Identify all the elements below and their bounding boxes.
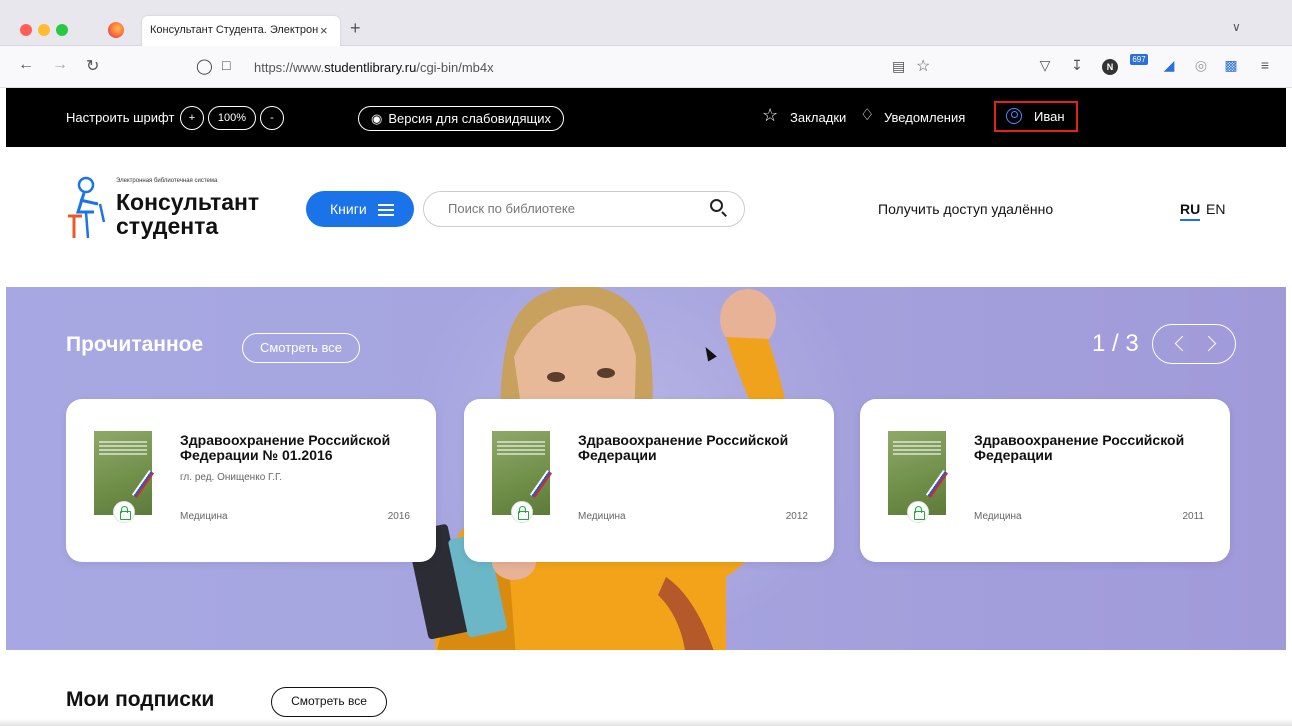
hero-banner: Прочитанное Смотреть все 1 / 3 Здравоохр… (6, 287, 1286, 650)
reader-view-icon[interactable]: ▤ (892, 58, 905, 75)
logo-line-1: Консультант (116, 189, 260, 215)
font-size-value: 100% (208, 106, 256, 130)
tab-strip: Консультант Студента. Электронна × + ∨ (0, 0, 1292, 46)
book-year: 2016 (387, 511, 410, 522)
book-category: Медицина (180, 511, 228, 522)
book-title[interactable]: Здравоохранение Российской Федерации (578, 433, 818, 463)
chevron-left-icon[interactable] (1174, 335, 1191, 352)
tracking-shield-icon[interactable]: ◯ (196, 57, 213, 75)
books-label: Книги (330, 201, 367, 217)
book-title[interactable]: Здравоохранение Российской Федерации № 0… (180, 433, 420, 463)
back-arrow-icon[interactable]: ← (18, 56, 34, 74)
glasses-icon: ◉ (371, 111, 383, 126)
low-vision-label: Версия для слабовидящих (388, 111, 551, 126)
address-bar[interactable]: ◯ □ https://www.studentlibrary.ru/cgi-bi… (184, 53, 940, 81)
url-text[interactable]: https://www.studentlibrary.ru/cgi-bin/mb… (254, 60, 494, 75)
tab-title: Консультант Студента. Электронна (150, 24, 318, 36)
carousel-pager: 1 / 3 (1092, 330, 1139, 357)
downloads-icon[interactable]: ↧ (1068, 57, 1086, 75)
hamburger-icon (378, 204, 394, 206)
carousel-nav (1152, 324, 1236, 364)
logo-figure-icon[interactable] (64, 176, 108, 240)
bookmarks-star-icon[interactable]: ☆ (762, 105, 778, 126)
book-editor: гл. ред. Онищенко Г.Г. (180, 472, 282, 483)
book-year: 2011 (1182, 511, 1204, 522)
notifications-link[interactable]: Уведомления (884, 110, 965, 125)
close-tab-icon[interactable]: × (320, 23, 328, 38)
font-settings-label: Настроить шрифт (66, 110, 175, 125)
bookmark-star-icon[interactable]: ☆ (916, 56, 930, 76)
window-bottom-edge (0, 719, 1292, 726)
font-increase-button[interactable]: + (180, 106, 204, 130)
firefox-icon[interactable] (108, 22, 124, 38)
book-card[interactable]: Здравоохранение Российской Федерации Мед… (860, 399, 1230, 562)
bookmarks-link[interactable]: Закладки (790, 110, 846, 125)
remote-access-link[interactable]: Получить доступ удалённо (878, 201, 1053, 217)
minimize-window-button[interactable] (38, 24, 50, 36)
forward-arrow-icon[interactable]: → (52, 56, 68, 74)
search-input[interactable] (448, 201, 698, 216)
browser-toolbar: ← → ↻ ◯ □ https://www.studentlibrary.ru/… (0, 46, 1292, 88)
translate-icon[interactable]: ▩ (1222, 57, 1240, 75)
search-icon[interactable] (710, 199, 723, 212)
user-name: Иван (1034, 109, 1065, 124)
logo-subtitle: Электронная библиотечная система (116, 178, 218, 184)
logo-text[interactable]: Консультант студента (116, 190, 259, 238)
lang-en-button[interactable]: EN (1206, 201, 1225, 217)
book-category: Медицина (974, 511, 1022, 522)
low-vision-button[interactable]: ◉ Версия для слабовидящих (358, 106, 564, 131)
browser-window: Консультант Студента. Электронна × + ∨ ←… (0, 0, 1292, 726)
extension-badge-icon[interactable]: 697 (1130, 54, 1148, 65)
maximize-window-button[interactable] (56, 24, 68, 36)
user-icon (1006, 108, 1022, 124)
open-lock-icon (907, 501, 929, 523)
read-section-title: Прочитанное (66, 333, 204, 356)
book-category: Медицина (578, 511, 626, 522)
cart-icon[interactable]: ◢ (1160, 57, 1178, 75)
extension-n-icon[interactable]: N (1102, 59, 1118, 75)
search-box[interactable] (423, 191, 745, 227)
globe-icon[interactable]: ◎ (1192, 57, 1210, 75)
tab-list-chevron-icon[interactable]: ∨ (1232, 20, 1241, 34)
user-profile-button[interactable]: Иван (994, 101, 1078, 132)
browser-tab[interactable]: Консультант Студента. Электронна × (142, 16, 340, 46)
menu-icon[interactable]: ≡ (1256, 57, 1274, 75)
new-tab-button[interactable]: + (350, 18, 361, 39)
logo-line-2: студента (116, 213, 219, 239)
pocket-icon[interactable]: ▽ (1036, 57, 1054, 75)
book-title[interactable]: Здравоохранение Российской Федерации (974, 433, 1214, 463)
site-top-bar: Настроить шрифт + 100% - ◉ Версия для сла… (6, 88, 1286, 147)
font-decrease-button[interactable]: - (260, 106, 284, 130)
book-year: 2012 (785, 511, 808, 522)
open-lock-icon (511, 501, 533, 523)
book-card[interactable]: Здравоохранение Российской Федерации № 0… (66, 399, 436, 562)
chevron-right-icon[interactable] (1200, 335, 1217, 352)
bell-icon[interactable]: ♢ (860, 105, 874, 125)
reload-icon[interactable]: ↻ (86, 56, 99, 76)
lock-icon[interactable]: □ (222, 57, 230, 73)
book-card[interactable]: Здравоохранение Российской Федерации Мед… (464, 399, 834, 562)
subscriptions-title: Мои подписки (66, 688, 215, 711)
read-see-all-button[interactable]: Смотреть все (242, 333, 360, 363)
open-lock-icon (113, 501, 135, 523)
lang-ru-button[interactable]: RU (1180, 201, 1201, 221)
subscriptions-see-all-button[interactable]: Смотреть все (271, 687, 387, 717)
close-window-button[interactable] (20, 24, 32, 36)
books-menu-button[interactable]: Книги (306, 191, 414, 227)
